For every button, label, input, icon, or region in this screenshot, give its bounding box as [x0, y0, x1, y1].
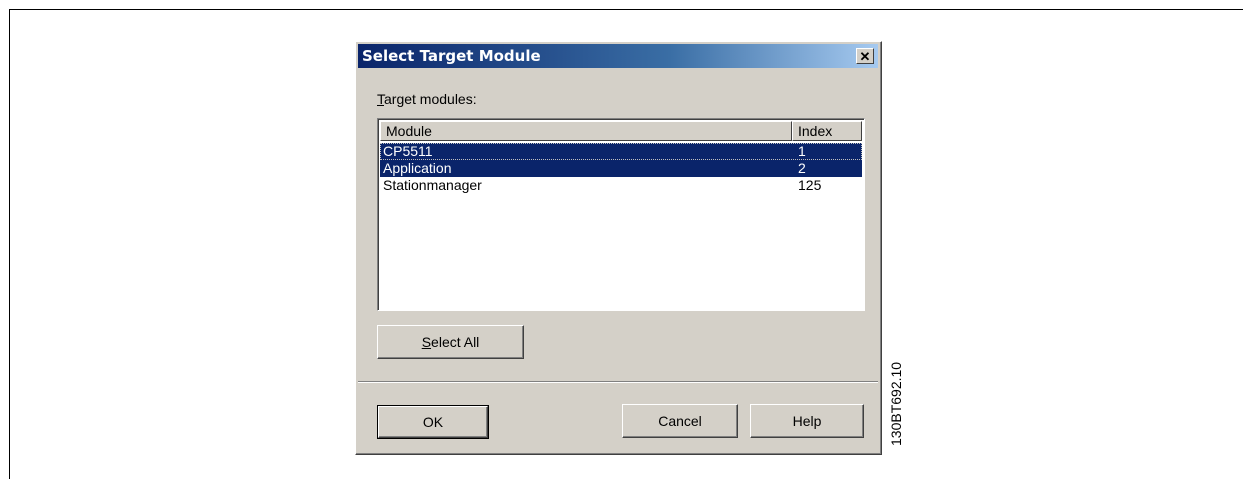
close-button[interactable]: ✕	[856, 48, 874, 64]
module-cell: Stationmanager	[383, 177, 482, 193]
cancel-button[interactable]: Cancel	[622, 404, 738, 438]
label-text: arget modules:	[384, 91, 477, 107]
select-target-module-dialog: Select Target Module ✕ Target modules: M…	[355, 41, 882, 455]
module-cell: CP5511	[383, 143, 433, 159]
module-cell: Application	[383, 160, 452, 176]
list-item[interactable]: CP5511 1	[380, 143, 862, 160]
index-cell: 2	[798, 160, 806, 176]
select-all-label: elect All	[431, 334, 480, 350]
column-header-index[interactable]: Index	[792, 121, 862, 141]
button-separator	[358, 381, 878, 383]
list-item[interactable]: Application 2	[380, 160, 862, 177]
figure-frame-top	[9, 9, 1243, 10]
ok-button[interactable]: OK	[377, 405, 489, 439]
index-cell: 125	[798, 177, 822, 193]
list-rows: CP5511 1 Application 2 Stationmanager 12…	[380, 143, 862, 194]
index-cell: 1	[798, 143, 806, 159]
select-all-button[interactable]: Select All	[377, 325, 524, 359]
select-all-accelerator: S	[421, 334, 432, 350]
title-bar[interactable]: Select Target Module ✕	[358, 44, 878, 68]
dialog-title: Select Target Module	[362, 47, 541, 65]
figure-frame-left	[9, 9, 10, 479]
list-item[interactable]: Stationmanager 125	[380, 177, 862, 194]
column-header-module[interactable]: Module	[380, 121, 792, 141]
target-modules-list[interactable]: Module Index CP5511 1 Application 2 Stat…	[377, 118, 865, 311]
target-modules-label: Target modules:	[377, 91, 477, 107]
label-accelerator: T	[377, 91, 384, 107]
close-icon: ✕	[859, 48, 871, 64]
figure-code: 130BT692.10	[888, 361, 904, 446]
help-button[interactable]: Help	[750, 404, 864, 438]
list-header: Module Index	[380, 121, 862, 141]
